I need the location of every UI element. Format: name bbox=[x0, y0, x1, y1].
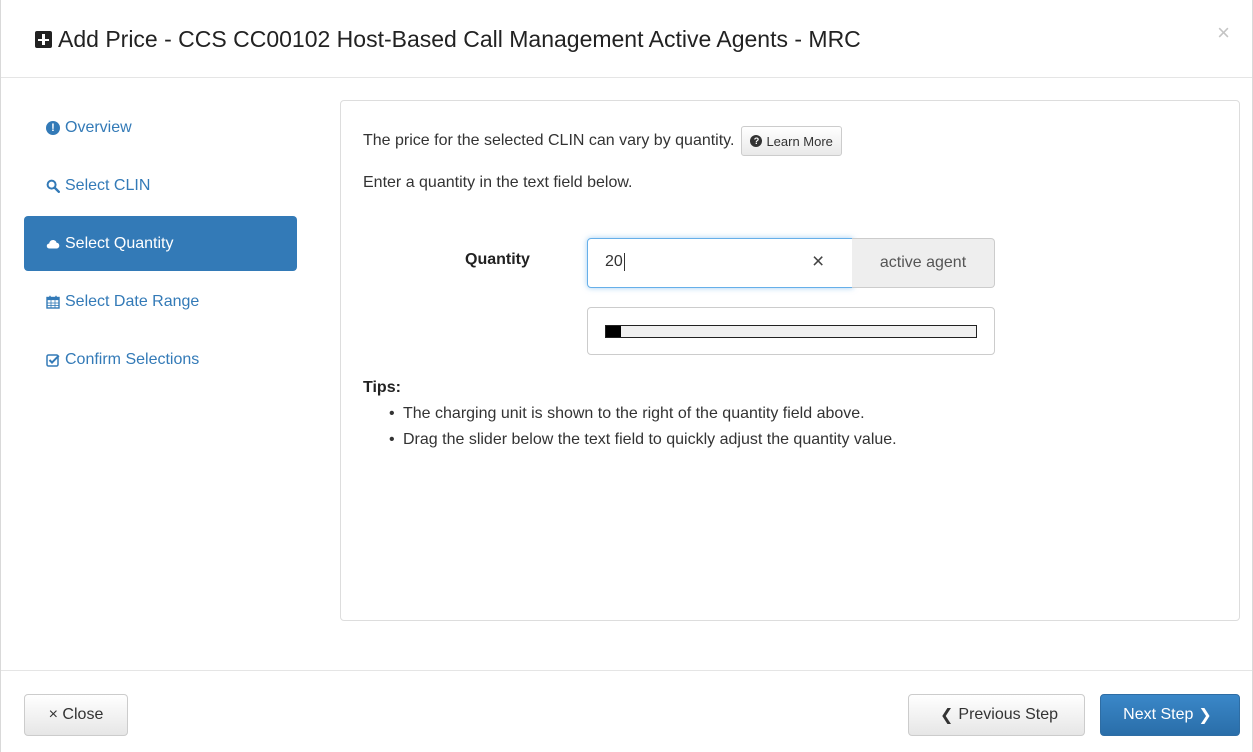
dialog-title: Add Price - CCS CC00102 Host-Based Call … bbox=[35, 26, 861, 53]
intro-line: The price for the selected CLIN can vary… bbox=[363, 126, 842, 156]
charging-unit-addon: active agent bbox=[852, 238, 995, 288]
sidebar-item-select-quantity[interactable]: Select Quantity bbox=[24, 216, 297, 271]
quantity-input[interactable]: 20 × bbox=[587, 238, 853, 288]
chevron-right-icon: ❯ bbox=[1198, 707, 1212, 724]
close-icon[interactable]: × bbox=[1217, 20, 1230, 46]
check-square-icon bbox=[46, 353, 60, 367]
sidebar-item-label: Select CLIN bbox=[65, 176, 151, 194]
add-price-dialog: Add Price - CCS CC00102 Host-Based Call … bbox=[0, 0, 1253, 752]
plus-square-icon bbox=[35, 31, 52, 48]
enter-instruction: Enter a quantity in the text field below… bbox=[363, 174, 633, 191]
learn-more-label: Learn More bbox=[766, 133, 833, 149]
calendar-icon bbox=[46, 295, 60, 309]
close-button[interactable]: × Close bbox=[24, 694, 128, 736]
learn-more-button[interactable]: ? Learn More bbox=[741, 126, 842, 156]
sidebar-item-confirm-selections[interactable]: Confirm Selections bbox=[24, 332, 297, 387]
sidebar-item-label: Select Date Range bbox=[65, 292, 200, 310]
next-step-button[interactable]: Next Step ❯ bbox=[1100, 694, 1240, 736]
previous-step-label: Previous Step bbox=[958, 706, 1058, 723]
sidebar-item-label: Select Quantity bbox=[65, 234, 174, 252]
next-step-label: Next Step bbox=[1123, 706, 1194, 723]
dialog-footer: × Close ❮ Previous Step Next Step ❯ bbox=[1, 670, 1252, 752]
chevron-left-icon: ❮ bbox=[939, 707, 954, 724]
question-circle-icon: ? bbox=[750, 135, 763, 147]
step-sidebar: ! Overview Select CLIN Select Quantity S… bbox=[24, 100, 297, 390]
sidebar-item-label: Confirm Selections bbox=[65, 350, 200, 368]
dialog-header: Add Price - CCS CC00102 Host-Based Call … bbox=[1, 0, 1252, 78]
tips-list: The charging unit is shown to the right … bbox=[389, 401, 897, 453]
sidebar-item-overview[interactable]: ! Overview bbox=[24, 100, 297, 155]
sidebar-item-select-date-range[interactable]: Select Date Range bbox=[24, 274, 297, 329]
quantity-slider-container bbox=[587, 307, 995, 355]
clear-input-icon[interactable]: × bbox=[812, 250, 824, 274]
quantity-panel: The price for the selected CLIN can vary… bbox=[340, 100, 1240, 621]
previous-step-button[interactable]: ❮ Previous Step bbox=[908, 694, 1085, 736]
tips-heading: Tips: bbox=[363, 379, 401, 396]
sidebar-item-select-clin[interactable]: Select CLIN bbox=[24, 158, 297, 213]
quantity-slider[interactable] bbox=[605, 325, 977, 338]
quantity-value: 20 bbox=[605, 253, 625, 271]
tip-item: The charging unit is shown to the right … bbox=[389, 401, 897, 427]
info-circle-icon: ! bbox=[46, 120, 60, 135]
sidebar-item-label: Overview bbox=[65, 118, 132, 136]
slider-fill bbox=[606, 326, 621, 337]
quantity-label: Quantity bbox=[465, 251, 530, 268]
tip-item: Drag the slider below the text field to … bbox=[389, 427, 897, 453]
search-icon bbox=[46, 179, 60, 193]
cloud-icon bbox=[46, 237, 60, 251]
dialog-title-text: Add Price - CCS CC00102 Host-Based Call … bbox=[58, 26, 861, 52]
intro-text: The price for the selected CLIN can vary… bbox=[363, 132, 735, 149]
